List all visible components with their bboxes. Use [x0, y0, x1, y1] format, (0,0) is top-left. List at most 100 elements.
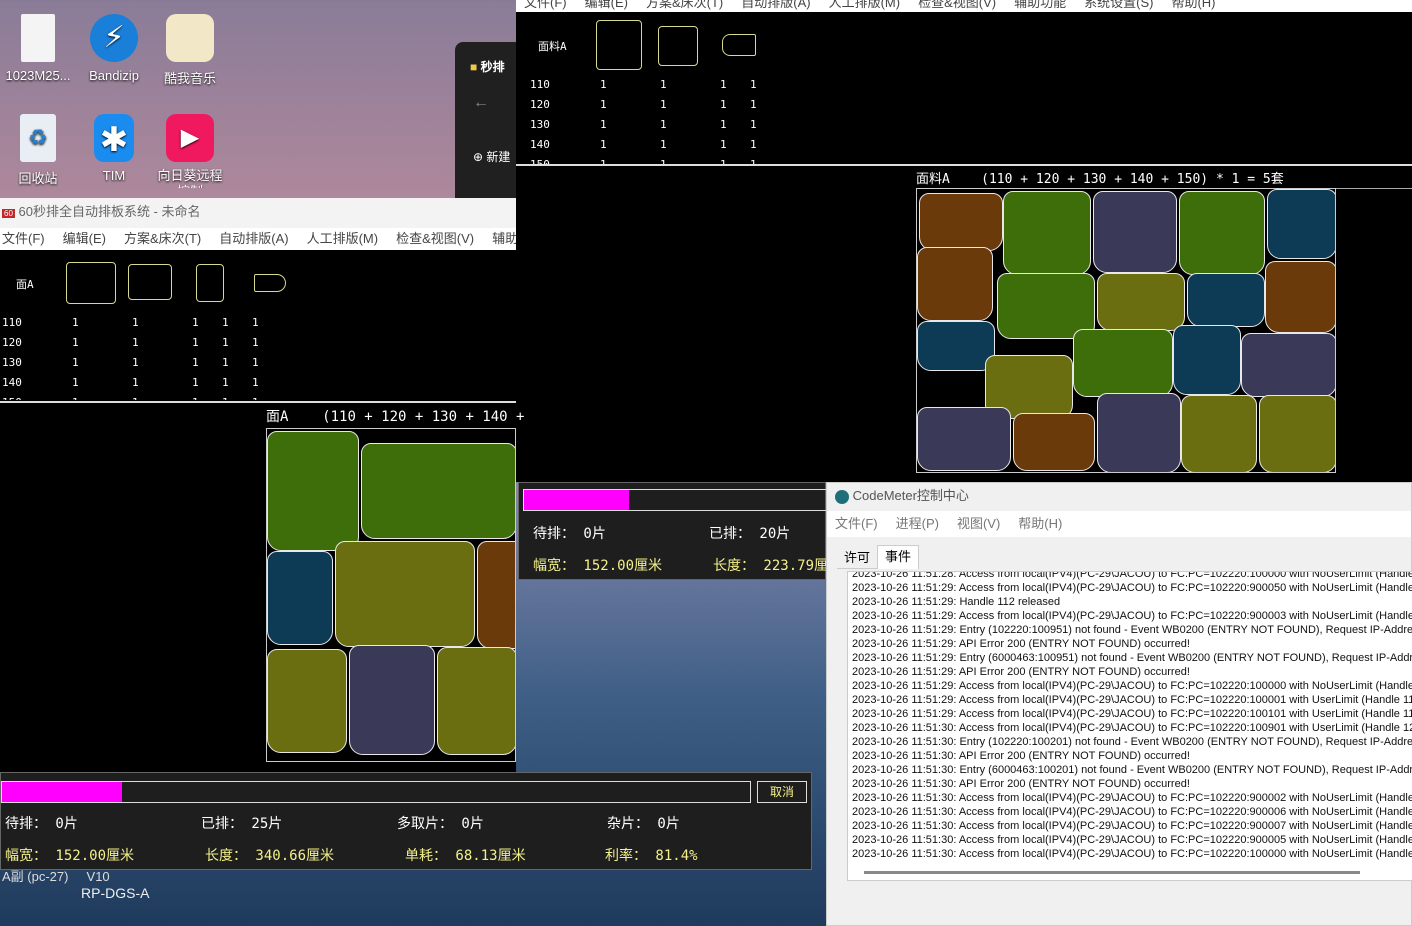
menu-manual-layout[interactable]: 人工排版(M) — [305, 228, 381, 250]
menu-file[interactable]: 文件(F) — [0, 228, 47, 250]
menu-auto-layout[interactable]: 自动排版(A) — [739, 0, 812, 12]
explorer-tab-title[interactable]: 秒排 — [481, 60, 505, 74]
event-log[interactable]: 2023-10-26 11:51:28: Access from local(I… — [847, 571, 1412, 881]
tab-events[interactable]: 事件 — [877, 545, 919, 569]
menu-help[interactable]: 帮助(H) — [1169, 0, 1217, 12]
menu-edit[interactable]: 编辑(E) — [61, 228, 108, 250]
marker-length: 长度： 223.79厘米 — [713, 558, 843, 574]
codemeter-window: CodeMeter控制中心 文件(F) 进程(P) 视图(V) 帮助(H) 许可 事件… — [826, 482, 1412, 926]
icon-label: 1023M25... — [5, 68, 71, 83]
piece-outline[interactable] — [596, 20, 642, 70]
log-line: 2023-10-26 11:51:29: Access from local(I… — [852, 694, 1412, 706]
log-line: 2023-10-26 11:51:29: API Error 200 (ENTR… — [852, 666, 1190, 678]
piece-count: 1 — [132, 376, 139, 389]
kuwo-music-icon — [166, 14, 214, 62]
pieces-table: 面A 110 1 1 1 1 1 120 1 1 1 1 1 130 1 1 1 1 1 140 1 1 1 1 1 150 1 1… — [0, 250, 516, 400]
desktop-text: A副 (pc-27) V10 — [2, 869, 110, 884]
size-label: 130 — [2, 356, 22, 369]
horizontal-scrollbar[interactable] — [864, 871, 1360, 874]
marker-layout-canvas[interactable] — [916, 188, 1336, 473]
size-label: 120 — [530, 98, 550, 111]
fabric-label: 面料A — [538, 40, 567, 53]
piece-count: 1 — [660, 78, 667, 91]
menu-file[interactable]: 文件(F) — [833, 511, 880, 537]
status-panel-left: 取消 待排： 0片 已排： 25片 多取片： 0片 杂片： 0片 幅宽： 152… — [0, 772, 812, 870]
piece-count: 1 — [252, 356, 259, 369]
progress-fill — [2, 782, 122, 802]
menu-manual-layout[interactable]: 人工排版(M) — [827, 0, 903, 12]
menu-edit[interactable]: 编辑(E) — [583, 0, 630, 12]
piece-outline[interactable] — [722, 34, 756, 56]
desktop-icon-recycle-bin[interactable]: ♻ 回收站 — [0, 114, 76, 187]
desktop-icon-bandizip[interactable]: ⚡ Bandizip — [76, 14, 152, 83]
log-line: 2023-10-26 11:51:28: Access from local(I… — [852, 571, 1412, 580]
piece-count: 1 — [660, 98, 667, 111]
menu-plan[interactable]: 方案&床次(T) — [122, 228, 203, 250]
desktop-icon-kuwo[interactable]: 酷我音乐 — [152, 14, 228, 87]
log-line: 2023-10-26 11:51:30: Access from local(I… — [852, 806, 1412, 818]
menu-auto-layout[interactable]: 自动排版(A) — [217, 228, 290, 250]
piece-outline[interactable] — [658, 26, 698, 66]
recycle-bin-icon: ♻ — [20, 114, 56, 162]
piece-count: 1 — [192, 376, 199, 389]
file-icon — [21, 14, 55, 62]
size-label: 110 — [530, 78, 550, 91]
piece-count: 1 — [132, 336, 139, 349]
app-logo-icon: 60 — [2, 209, 15, 218]
layout-header: 面A (110 + 120 + 130 + 140 + — [266, 406, 524, 426]
bandizip-icon: ⚡ — [90, 14, 138, 62]
piece-count: 1 — [222, 396, 229, 400]
menu-bar: 文件(F) 进程(P) 视图(V) 帮助(H) — [827, 511, 1411, 537]
desktop-icon-tim[interactable]: ✱ TIM — [76, 114, 152, 183]
piece-count: 1 — [252, 376, 259, 389]
menu-view[interactable]: 检查&视图(V) — [916, 0, 998, 12]
progress-bar — [1, 781, 751, 803]
piece-count: 1 — [600, 98, 607, 111]
status-panel-right: 待排： 0片 已排： 20片 幅宽： 152.00厘米 长度： 223.79厘米 — [518, 482, 842, 580]
folder-icon: ■ — [470, 60, 478, 74]
plus-circle-icon: ⊕ — [473, 150, 484, 164]
file-explorer-window[interactable]: ■ 秒排 ← ⊕ 新建 — [455, 42, 516, 202]
piece-count: 1 — [252, 336, 259, 349]
piece-count: 1 — [720, 118, 727, 131]
placed-count: 已排： 25片 — [201, 816, 283, 832]
title-bar: 60 60秒排全自动排板系统 - 未命名 — [0, 198, 516, 228]
log-line: 2023-10-26 11:51:29: API Error 200 (ENTR… — [852, 638, 1190, 650]
menu-process[interactable]: 进程(P) — [894, 511, 941, 537]
menu-plan[interactable]: 方案&床次(T) — [644, 0, 725, 12]
piece-count: 1 — [132, 356, 139, 369]
log-line: 2023-10-26 11:51:30: Access from local(I… — [852, 820, 1412, 832]
new-button[interactable]: 新建 — [486, 150, 510, 164]
menu-settings[interactable]: 系统设置(S) — [1082, 0, 1155, 12]
log-line: 2023-10-26 11:51:30: API Error 200 (ENTR… — [852, 750, 1190, 762]
piece-count: 1 — [72, 316, 79, 329]
menu-tools[interactable]: 辅助功能 — [1012, 0, 1068, 12]
tab-license[interactable]: 许可 — [837, 547, 877, 569]
piece-outline[interactable] — [196, 264, 224, 302]
piece-outline[interactable] — [254, 274, 286, 292]
piece-count: 1 — [600, 78, 607, 91]
icon-label: 回收站 — [18, 171, 58, 186]
piece-count: 1 — [222, 356, 229, 369]
sunlogin-icon: ▶ — [166, 114, 214, 162]
menu-view[interactable]: 视图(V) — [955, 511, 1002, 537]
size-label: 150 — [2, 396, 22, 400]
marker-layout-canvas[interactable] — [266, 428, 516, 762]
fabric-width: 幅宽： 152.00厘米 — [533, 558, 663, 574]
size-label: 140 — [2, 376, 22, 389]
piece-count: 1 — [72, 376, 79, 389]
piece-outline[interactable] — [66, 262, 116, 304]
piece-count: 1 — [72, 356, 79, 369]
menu-help[interactable]: 帮助(H) — [1016, 511, 1064, 537]
desktop-icon-sunlogin[interactable]: ▶ 向日葵远程控制 — [152, 114, 228, 188]
desktop-icon-file[interactable]: 1023M25... — [0, 14, 76, 83]
menu-view[interactable]: 检查&视图(V) — [394, 228, 476, 250]
cancel-button[interactable]: 取消 — [757, 781, 807, 803]
size-label: 140 — [530, 138, 550, 151]
menu-tools[interactable]: 辅助功能 — [490, 228, 516, 250]
piece-outline[interactable] — [128, 264, 172, 300]
menu-file[interactable]: 文件(F) — [522, 0, 569, 12]
back-arrow-icon[interactable]: ← — [473, 94, 489, 112]
title-bar: CodeMeter控制中心 — [827, 483, 1411, 511]
log-line: 2023-10-26 11:51:29: Entry (102220:10095… — [852, 624, 1412, 636]
